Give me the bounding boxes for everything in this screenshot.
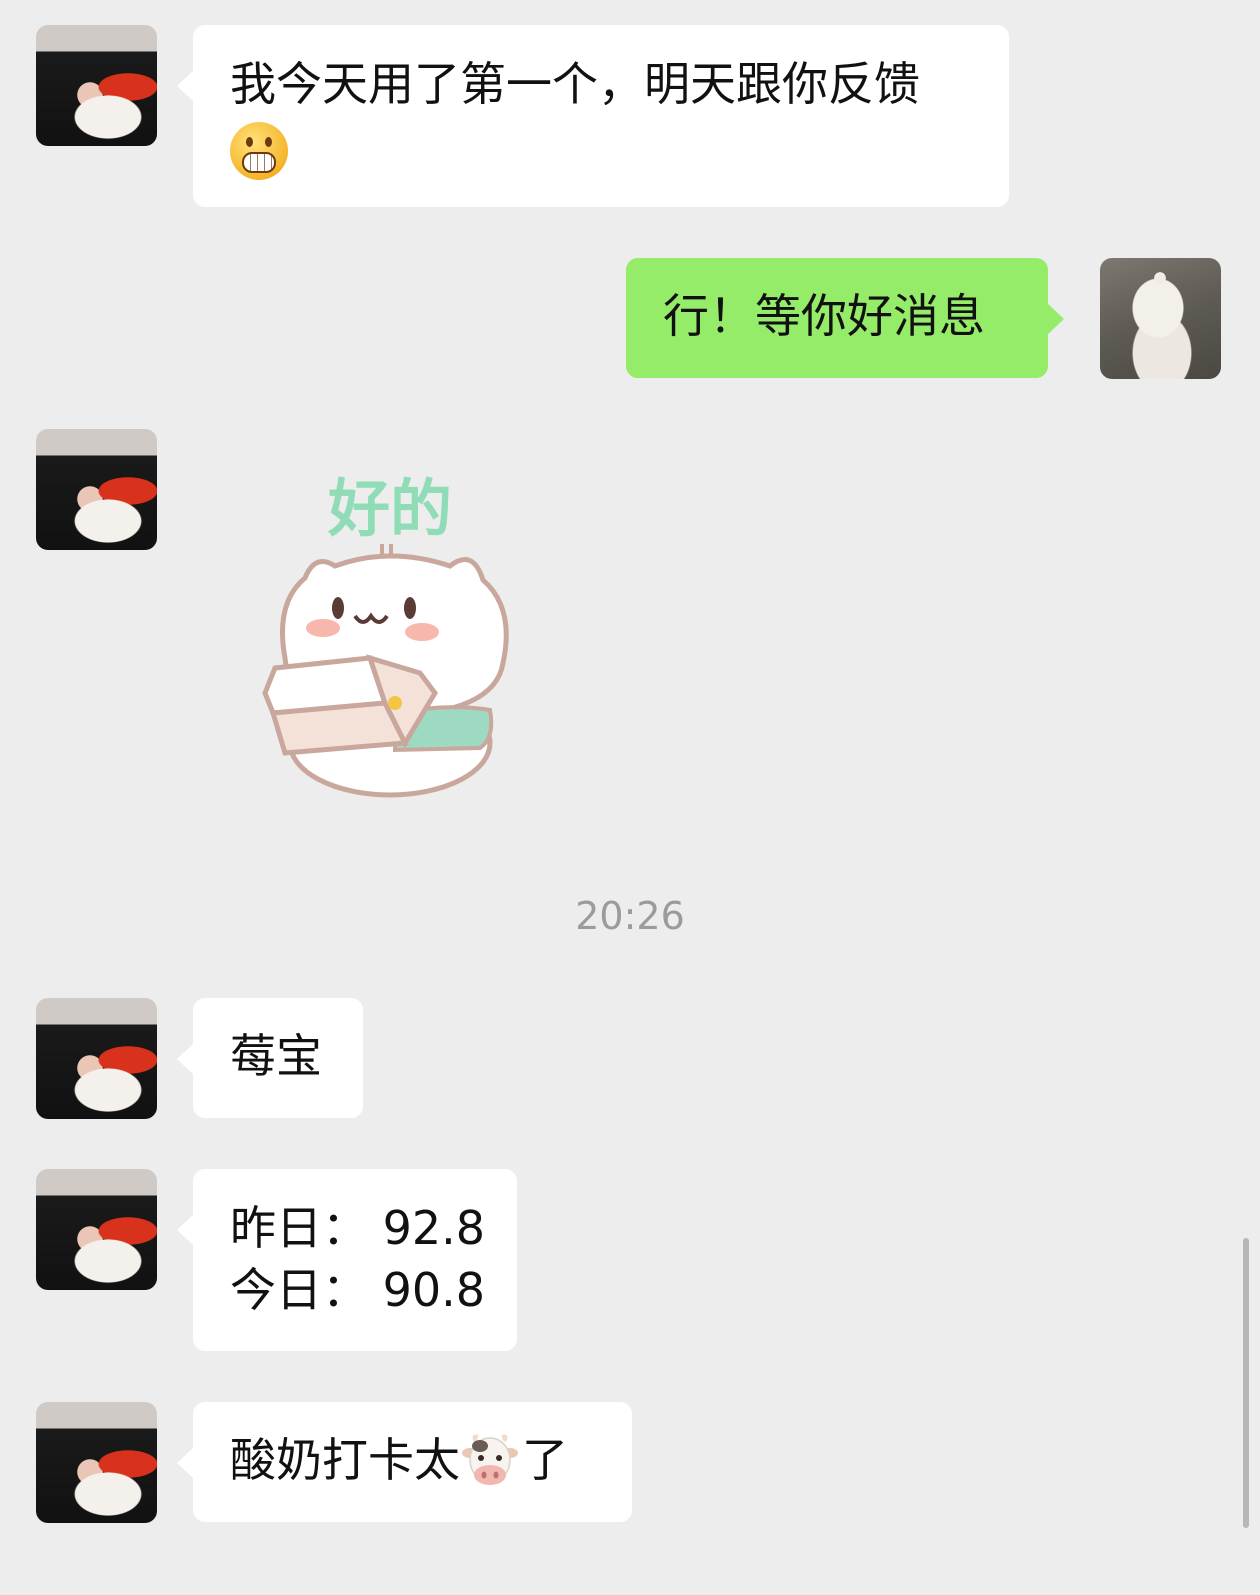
chat-timestamp: 20:26	[575, 894, 685, 938]
message-text-end: 了	[522, 1433, 568, 1487]
sent-message-bubble[interactable]: 行！等你好消息	[626, 258, 1064, 378]
my-avatar[interactable]	[1100, 258, 1221, 379]
contact-avatar[interactable]	[36, 429, 157, 550]
cow-face-emoji	[462, 1434, 518, 1485]
message-text: 酸奶打卡太	[230, 1433, 460, 1487]
message-text-line-1: 昨日： 92.8	[230, 1201, 486, 1255]
contact-avatar[interactable]	[36, 1402, 157, 1523]
message-text: 莓宝	[230, 1029, 322, 1083]
message-bubble[interactable]: 我今天用了第一个，明天跟你反馈	[177, 25, 1009, 207]
message-text-line-2: 今日： 90.8	[230, 1263, 486, 1317]
contact-avatar[interactable]	[36, 998, 157, 1119]
message-bubble[interactable]: 酸奶打卡太 了	[177, 1402, 632, 1522]
message-text: 我今天用了第一个，明天跟你反馈	[230, 57, 920, 111]
sticker-text: 好的	[327, 472, 452, 545]
message-text: 行！等你好消息	[663, 289, 985, 343]
contact-avatar[interactable]	[36, 25, 157, 146]
contact-avatar[interactable]	[36, 1169, 157, 1290]
message-bubble[interactable]: 昨日： 92.8 今日： 90.8	[177, 1169, 517, 1351]
grinning-face-emoji	[230, 121, 288, 180]
message-bubble[interactable]: 莓宝	[177, 998, 363, 1118]
cat-sticker[interactable]: 好的	[245, 448, 535, 808]
scrollbar[interactable]	[1243, 1238, 1249, 1528]
